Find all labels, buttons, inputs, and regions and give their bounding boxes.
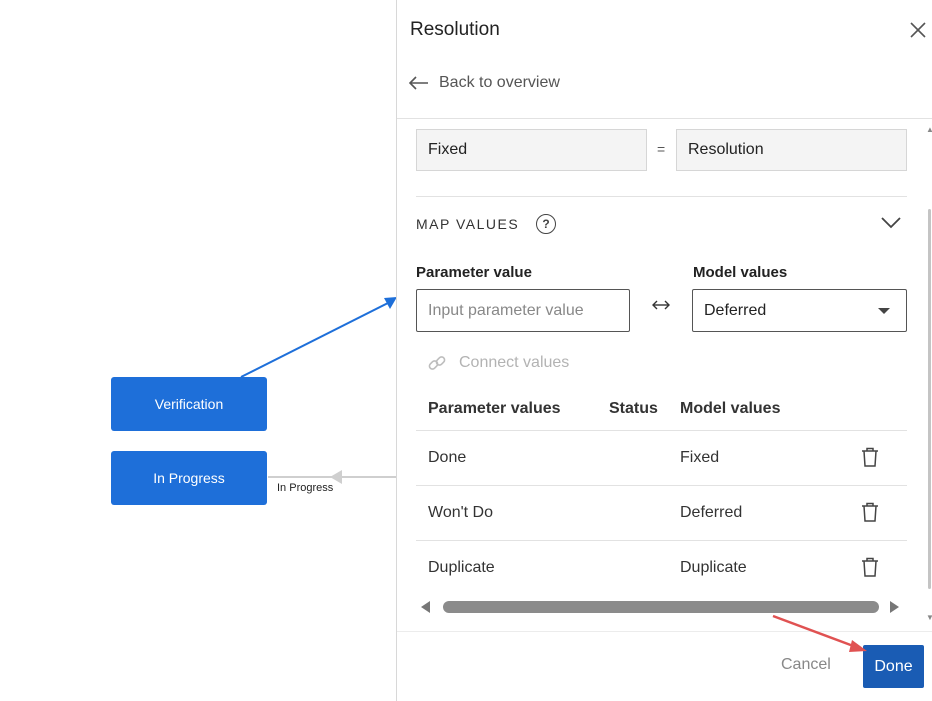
section-divider — [416, 196, 907, 197]
horizontal-scrollbar[interactable] — [416, 597, 907, 617]
vertical-scrollbar-thumb[interactable] — [928, 209, 931, 589]
scroll-left-icon[interactable] — [421, 601, 430, 613]
back-to-overview-link[interactable]: Back to overview — [408, 74, 560, 92]
mapping-operator: = — [657, 141, 666, 157]
arrow-left-icon — [408, 76, 428, 90]
resolution-panel: Resolution Back to overview Fixed = Reso… — [396, 0, 932, 701]
row-model: Duplicate — [680, 559, 747, 576]
model-values-label: Model values — [693, 264, 788, 281]
map-values-title: MAP VALUES — [416, 216, 520, 232]
connect-values-button[interactable]: Connect values — [427, 353, 569, 373]
done-button[interactable]: Done — [863, 645, 924, 688]
row-model: Deferred — [680, 504, 743, 521]
cancel-button[interactable]: Cancel — [781, 656, 831, 674]
parameter-value-input[interactable]: Input parameter value — [416, 289, 630, 332]
mapping-right-field: Resolution — [676, 129, 907, 171]
row-parameter: Done — [428, 449, 467, 466]
parameter-value-label: Parameter value — [416, 264, 532, 281]
scroll-down-icon[interactable]: ▼ — [926, 613, 932, 622]
help-icon[interactable]: ? — [536, 214, 556, 234]
scroll-up-icon[interactable]: ▲ — [926, 125, 932, 134]
table-header-parameter: Parameter values — [428, 400, 561, 417]
trash-icon[interactable] — [861, 502, 879, 522]
node-verification[interactable]: Verification — [111, 377, 267, 431]
model-values-selected: Deferred — [704, 301, 767, 319]
node-label: In Progress — [153, 470, 225, 486]
connect-values-label: Connect values — [459, 354, 570, 371]
table-header-model: Model values — [680, 400, 781, 417]
table-row: Won't Do Deferred — [416, 485, 907, 540]
workflow-canvas: Verification In Progress In Progress — [0, 0, 397, 701]
link-icon — [428, 356, 446, 370]
panel-title: Resolution — [410, 19, 500, 40]
vertical-scrollbar[interactable]: ▲ ▼ — [925, 119, 932, 631]
table-row: Done Fixed — [416, 430, 907, 485]
model-values-select[interactable]: Deferred — [692, 289, 907, 332]
edge-label: In Progress — [277, 482, 334, 494]
row-parameter: Won't Do — [428, 504, 494, 521]
scroll-right-icon[interactable] — [890, 601, 899, 613]
swap-arrows-icon — [652, 300, 670, 310]
trash-icon[interactable] — [861, 447, 879, 467]
edges-layer — [240, 297, 397, 484]
close-icon[interactable] — [908, 20, 928, 40]
chevron-down-icon[interactable] — [880, 216, 902, 230]
panel-content[interactable]: Fixed = Resolution MAP VALUES ? Paramete… — [397, 119, 932, 631]
trash-icon[interactable] — [861, 557, 879, 577]
panel-footer: Cancel Done — [397, 631, 932, 701]
edge-verification-arrow — [240, 301, 391, 378]
table-row: Duplicate Duplicate — [416, 540, 907, 595]
row-model: Fixed — [680, 449, 720, 466]
node-in-progress[interactable]: In Progress — [111, 451, 267, 505]
back-label: Back to overview — [439, 74, 560, 91]
parameter-value-placeholder: Input parameter value — [428, 301, 584, 319]
node-label: Verification — [154, 396, 224, 412]
mapping-left-field: Fixed — [416, 129, 647, 171]
caret-down-icon — [878, 308, 890, 314]
scrollbar-thumb[interactable] — [443, 601, 879, 613]
row-parameter: Duplicate — [428, 559, 495, 576]
table-header-status: Status — [609, 400, 658, 417]
